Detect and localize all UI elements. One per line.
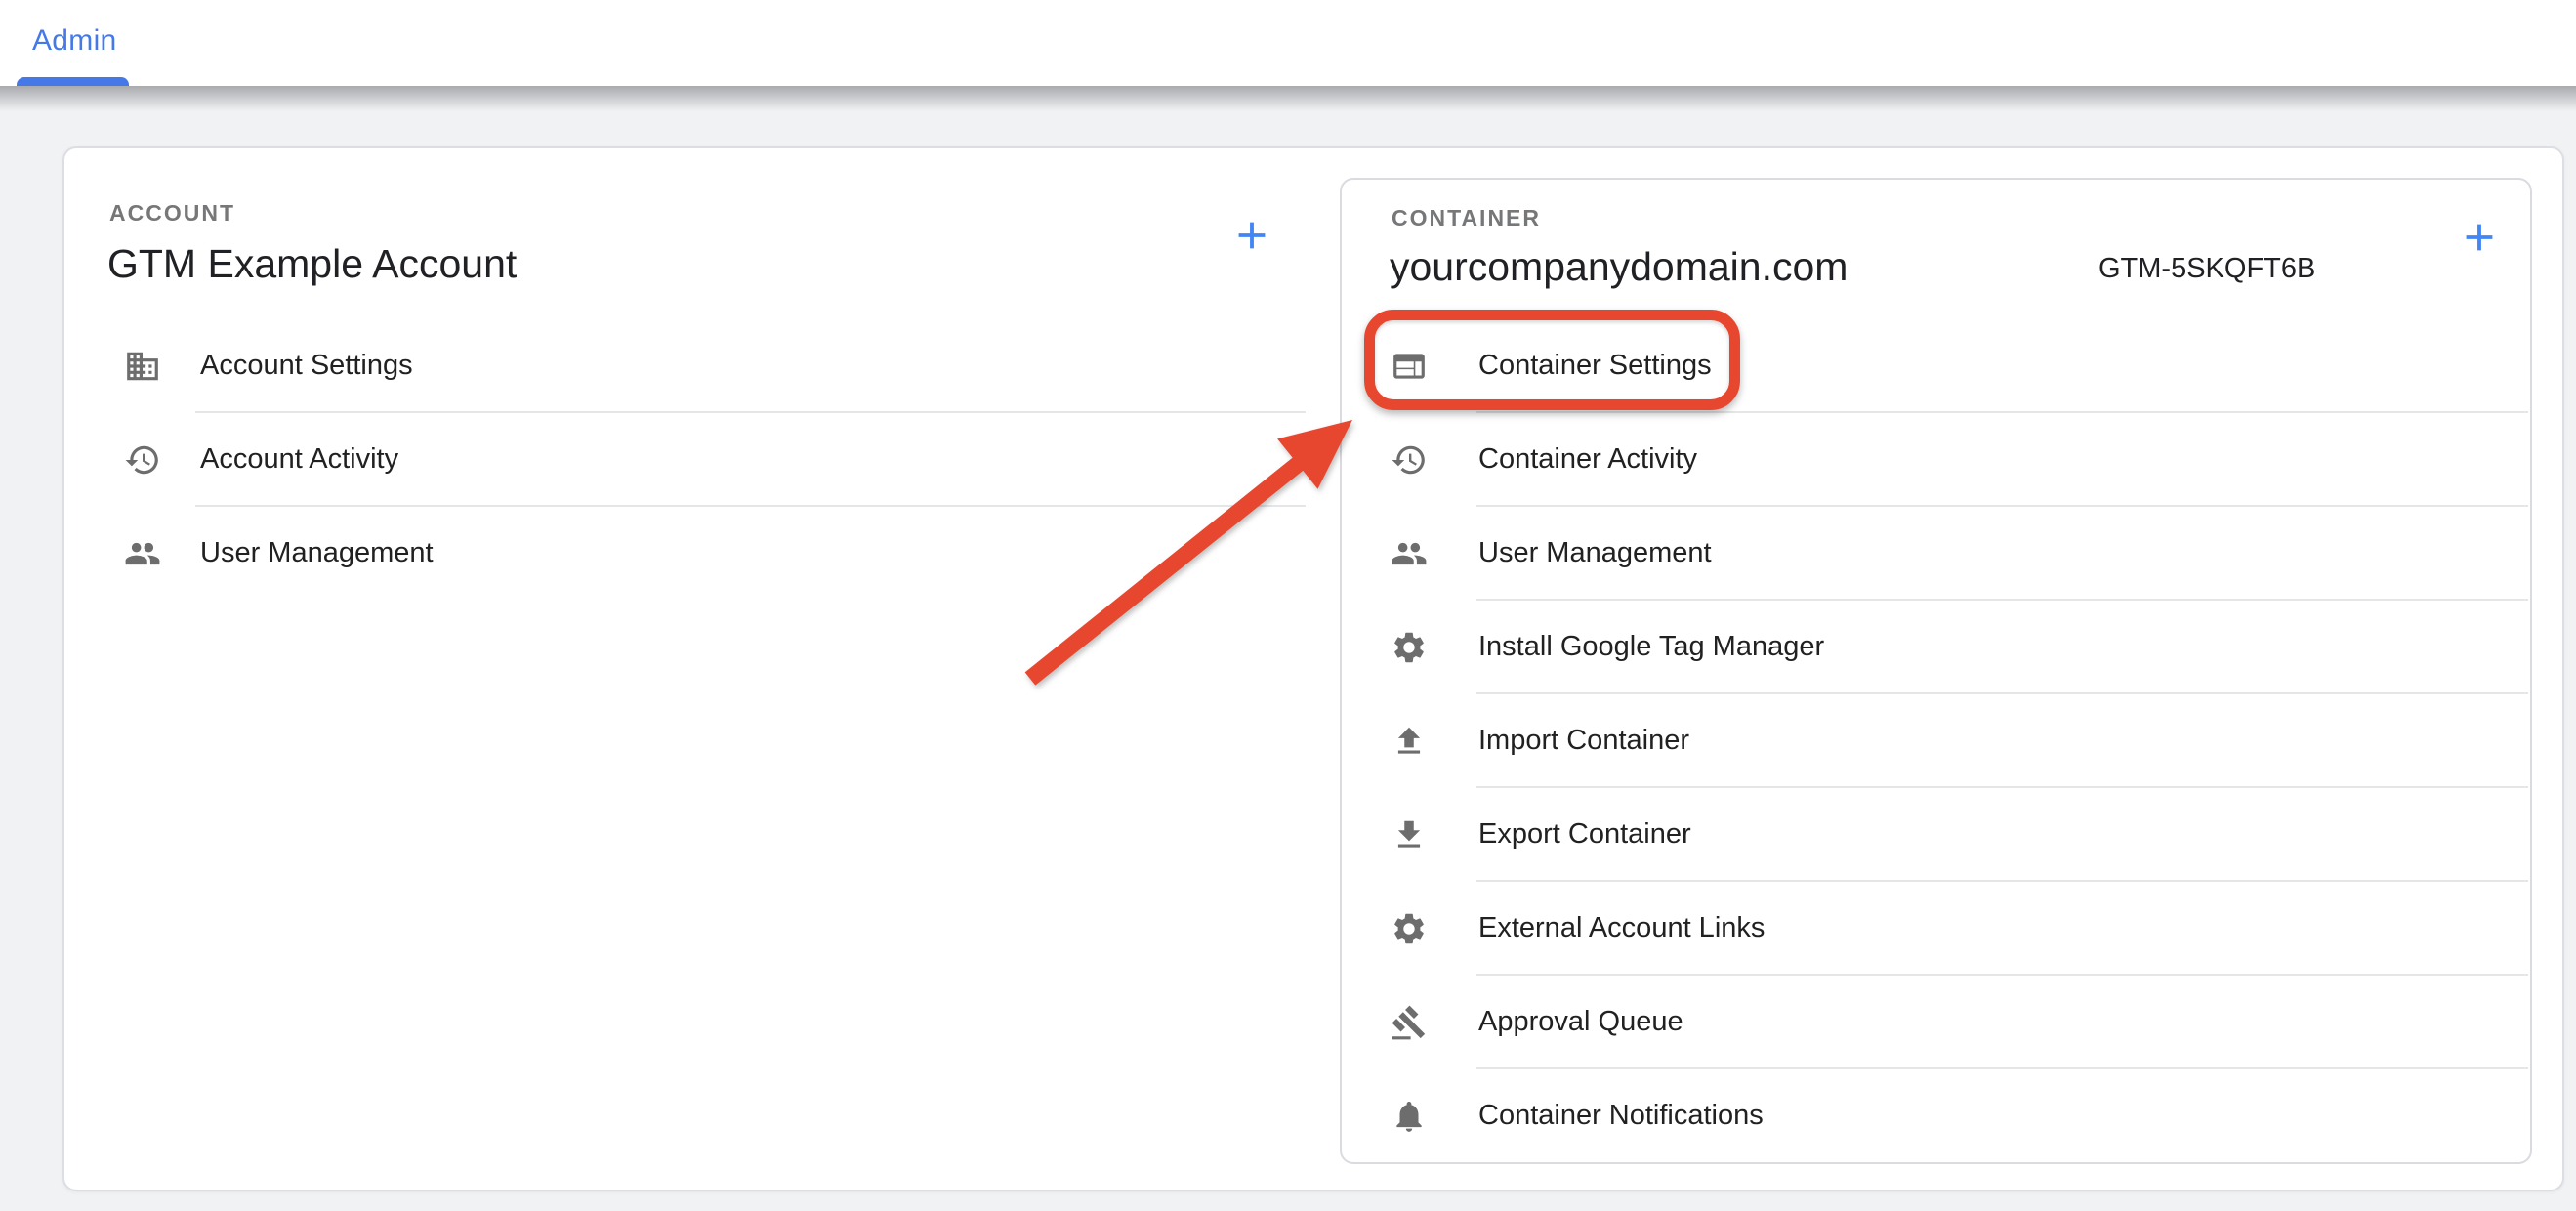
top-tab-bar: Admin: [0, 0, 2576, 86]
menu-item-user-management[interactable]: User Management: [1342, 507, 2530, 601]
menu-item-import-container[interactable]: Import Container: [1342, 694, 2530, 788]
history-icon: [1391, 441, 1428, 479]
menu-item-label: Container Activity: [1478, 443, 1697, 476]
menu-item-label: Container Notifications: [1478, 1100, 1764, 1132]
menu-item-label: Approval Queue: [1478, 1006, 1683, 1038]
tab-admin[interactable]: Admin: [32, 0, 117, 82]
plus-icon: [2457, 215, 2502, 260]
menu-item-label: Account Activity: [200, 443, 398, 476]
red-arrow: [1006, 396, 1377, 698]
history-icon: [124, 441, 161, 479]
plus-icon: [1229, 213, 1274, 258]
menu-item-label: External Account Links: [1478, 912, 1765, 944]
menu-item-label: User Management: [200, 537, 434, 569]
menu-item-label: Export Container: [1478, 818, 1691, 851]
container-id: GTM-5SKQFT6B: [2098, 253, 2315, 285]
account-title: GTM Example Account: [107, 241, 517, 287]
building-icon: [124, 348, 161, 385]
gtm-admin-page: Admin ACCOUNT GTM Example Account Accoun…: [0, 0, 2576, 1211]
container-menu: Container SettingsContainer ActivityUser…: [1342, 319, 2530, 1163]
menu-item-container-activity[interactable]: Container Activity: [1342, 413, 2530, 507]
menu-item-approval-queue[interactable]: Approval Queue: [1342, 976, 2530, 1069]
red-highlight-box: [1364, 310, 1740, 410]
container-title: yourcompanydomain.com: [1390, 244, 1848, 290]
people-icon: [1391, 535, 1428, 572]
menu-item-label: Import Container: [1478, 725, 1689, 757]
account-section-label: ACCOUNT: [109, 200, 235, 227]
menu-item-export-container[interactable]: Export Container: [1342, 788, 2530, 882]
gear-icon: [1391, 629, 1428, 666]
menu-item-install-google-tag-manager[interactable]: Install Google Tag Manager: [1342, 601, 2530, 694]
add-account-button[interactable]: [1228, 212, 1275, 259]
gear-icon: [1391, 910, 1428, 947]
add-container-button[interactable]: [2456, 214, 2503, 261]
menu-item-container-notifications[interactable]: Container Notifications: [1342, 1069, 2530, 1163]
people-icon: [124, 535, 161, 572]
menu-item-label: Install Google Tag Manager: [1478, 631, 1824, 663]
gavel-icon: [1391, 1004, 1428, 1041]
active-tab-indicator: [17, 77, 129, 86]
menu-item-external-account-links[interactable]: External Account Links: [1342, 882, 2530, 976]
upload-icon: [1391, 723, 1428, 760]
bell-icon: [1391, 1098, 1428, 1135]
container-section-label: CONTAINER: [1392, 205, 1541, 231]
menu-item-label: Account Settings: [200, 350, 413, 382]
topbar-shadow: [0, 86, 2576, 111]
menu-item-label: User Management: [1478, 537, 1712, 569]
download-icon: [1391, 816, 1428, 854]
